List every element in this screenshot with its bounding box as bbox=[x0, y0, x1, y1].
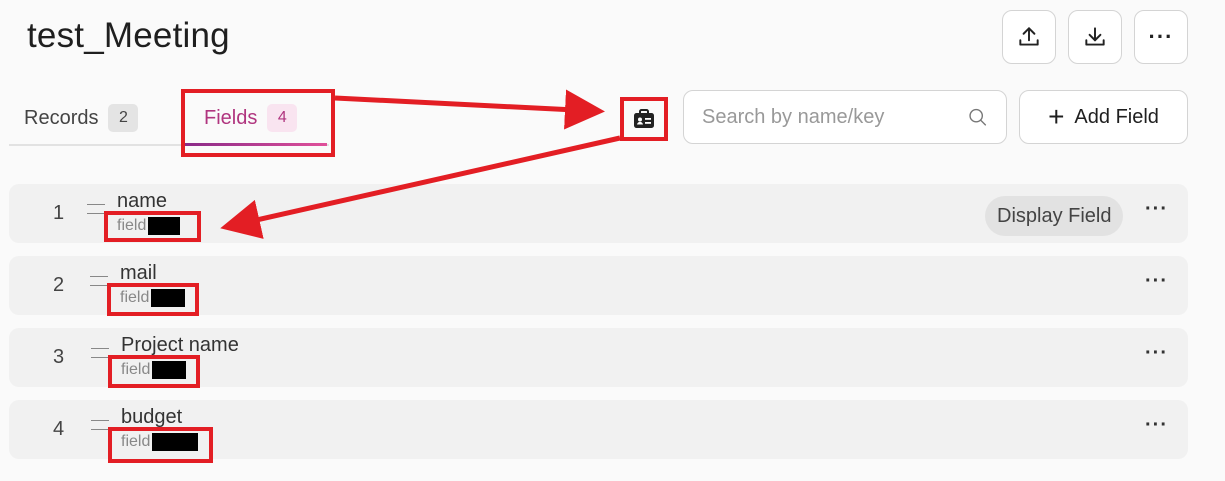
add-field-label: Add Field bbox=[1074, 105, 1159, 128]
add-field-button[interactable]: + Add Field bbox=[1019, 90, 1188, 144]
row-index: 4 bbox=[53, 418, 65, 440]
tab-records[interactable]: Records 2 bbox=[24, 104, 139, 132]
search-input[interactable] bbox=[702, 105, 967, 129]
row-index: 3 bbox=[53, 346, 65, 368]
search-icon bbox=[969, 108, 987, 126]
row-more-button[interactable]: ··· bbox=[1145, 270, 1168, 293]
drag-handle-icon[interactable] bbox=[90, 276, 108, 286]
upload-icon bbox=[1019, 27, 1039, 46]
tab-records-label: Records bbox=[24, 106, 99, 129]
drag-handle-icon[interactable] bbox=[91, 348, 109, 358]
annotation-box-fields-tab bbox=[181, 89, 335, 157]
field-name: budget bbox=[121, 406, 183, 428]
toggle-field-keys-button[interactable] bbox=[620, 97, 668, 141]
display-field-badge: Display Field bbox=[985, 196, 1124, 236]
drag-handle-icon[interactable] bbox=[91, 420, 109, 430]
annotation-box-key-1 bbox=[104, 211, 201, 242]
page-title: test_Meeting bbox=[27, 16, 230, 55]
more-options-button[interactable]: ··· bbox=[1134, 10, 1188, 64]
download-button[interactable] bbox=[1068, 10, 1122, 64]
row-more-button[interactable]: ··· bbox=[1145, 198, 1168, 221]
field-name: name bbox=[117, 190, 168, 212]
plus-icon: + bbox=[1048, 101, 1065, 132]
annotation-arrow-to-icon bbox=[334, 89, 605, 130]
drag-handle-icon[interactable] bbox=[87, 204, 105, 214]
row-more-button[interactable]: ··· bbox=[1145, 342, 1168, 365]
annotation-box-key-2 bbox=[107, 283, 199, 316]
row-index: 1 bbox=[53, 202, 65, 224]
download-icon bbox=[1085, 27, 1105, 46]
more-icon: ··· bbox=[1148, 24, 1174, 49]
id-card-icon bbox=[634, 109, 654, 128]
upload-button[interactable] bbox=[1002, 10, 1056, 64]
tab-records-count: 2 bbox=[108, 104, 139, 132]
row-index: 2 bbox=[53, 274, 65, 296]
annotation-box-key-3 bbox=[108, 355, 200, 388]
field-name: Project name bbox=[121, 334, 239, 356]
row-more-button[interactable]: ··· bbox=[1145, 414, 1168, 437]
search-box[interactable] bbox=[683, 90, 1007, 144]
field-name: mail bbox=[120, 262, 157, 284]
annotation-box-key-4 bbox=[108, 427, 213, 463]
